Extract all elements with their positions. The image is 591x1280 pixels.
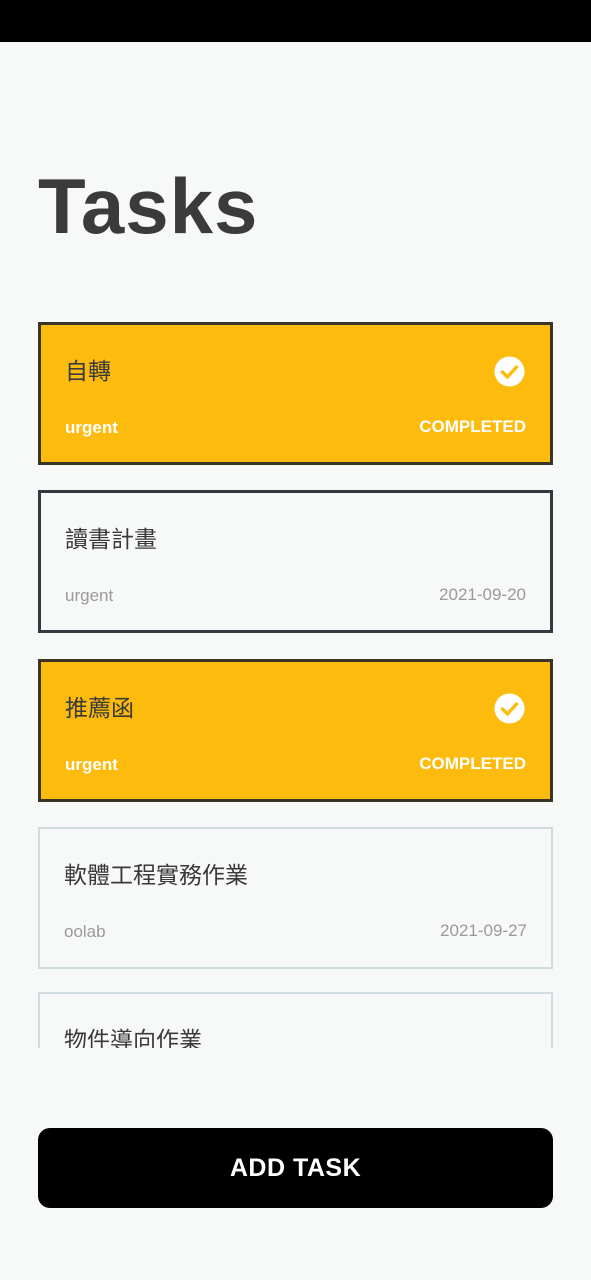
task-due-date: 2021-09-20 — [439, 585, 526, 604]
task-list[interactable]: 自轉 urgent COMPLETED 讀書計畫 urgent 2021-09-… — [38, 322, 553, 1048]
task-name: 自轉 — [65, 359, 111, 385]
task-name: 推薦函 — [65, 696, 134, 722]
page-title: Tasks — [38, 162, 259, 250]
task-name: 讀書計畫 — [65, 527, 157, 553]
task-tag: oolab — [64, 922, 106, 941]
task-card[interactable]: 讀書計畫 urgent 2021-09-20 — [38, 490, 553, 633]
task-status: COMPLETED — [419, 754, 526, 773]
task-tag: urgent — [65, 418, 118, 437]
task-card[interactable]: 物件導向作業 — [38, 992, 553, 1048]
add-task-button[interactable]: ADD TASK — [38, 1128, 553, 1208]
status-bar — [0, 0, 591, 42]
task-card[interactable]: 推薦函 urgent COMPLETED — [38, 659, 553, 802]
task-tag: urgent — [65, 586, 114, 605]
task-card[interactable]: 自轉 urgent COMPLETED — [38, 322, 553, 465]
task-name: 物件導向作業 — [64, 1028, 202, 1048]
task-due-date: 2021-09-27 — [440, 921, 527, 940]
task-name: 軟體工程實務作業 — [64, 863, 248, 889]
task-card[interactable]: 軟體工程實務作業 oolab 2021-09-27 — [38, 827, 553, 969]
check-circle-icon[interactable] — [494, 693, 525, 724]
check-circle-icon[interactable] — [494, 356, 525, 387]
task-status: COMPLETED — [419, 417, 526, 436]
task-tag: urgent — [65, 755, 118, 774]
